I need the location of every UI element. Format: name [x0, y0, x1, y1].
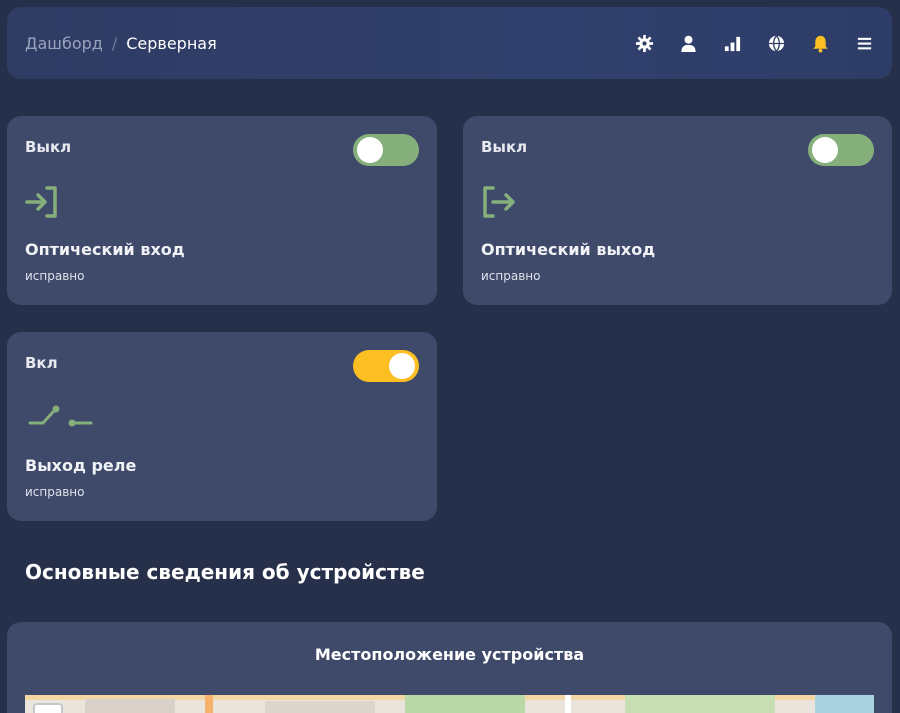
breadcrumb-dashboard-link[interactable]: Дашборд	[25, 34, 103, 53]
card-status: исправно	[481, 269, 541, 283]
relay-output-card: Вкл Выход реле исправно	[7, 332, 437, 521]
breadcrumb: Дашборд / Серверная	[25, 34, 217, 53]
top-bar: Дашборд / Серверная	[7, 7, 892, 79]
user-icon[interactable]	[678, 33, 698, 53]
map-card-title: Местоположение устройства	[314, 645, 585, 664]
state-label: Выкл	[481, 138, 528, 156]
settings-icon[interactable]	[634, 33, 654, 53]
section-title: Основные сведения об устройстве	[25, 560, 425, 584]
card-status: исправно	[25, 269, 85, 283]
card-status: исправно	[25, 485, 85, 499]
globe-icon[interactable]	[766, 33, 786, 53]
header-actions	[634, 33, 874, 53]
breadcrumb-current: Серверная	[126, 33, 217, 53]
login-icon	[23, 182, 63, 222]
optical-input-card: Выкл Оптический вход исправно	[7, 116, 437, 305]
device-location-card: Местоположение устройства	[7, 622, 892, 713]
location-map[interactable]	[25, 695, 874, 713]
menu-icon[interactable]	[854, 33, 874, 53]
breadcrumb-separator: /	[111, 33, 118, 53]
optical-output-card: Выкл Оптический выход исправно	[463, 116, 892, 305]
logout-icon	[479, 182, 519, 222]
relay-output-toggle[interactable]	[353, 350, 419, 382]
map-zoom-control[interactable]	[33, 703, 63, 713]
card-title: Оптический выход	[481, 240, 656, 259]
relay-icon	[23, 398, 95, 438]
card-title: Оптический вход	[25, 240, 185, 259]
optical-input-toggle[interactable]	[353, 134, 419, 166]
card-title: Выход реле	[25, 456, 137, 475]
optical-output-toggle[interactable]	[808, 134, 874, 166]
state-label: Выкл	[25, 138, 72, 156]
state-label: Вкл	[25, 354, 58, 372]
signal-icon[interactable]	[722, 33, 742, 53]
bell-icon[interactable]	[810, 33, 830, 53]
